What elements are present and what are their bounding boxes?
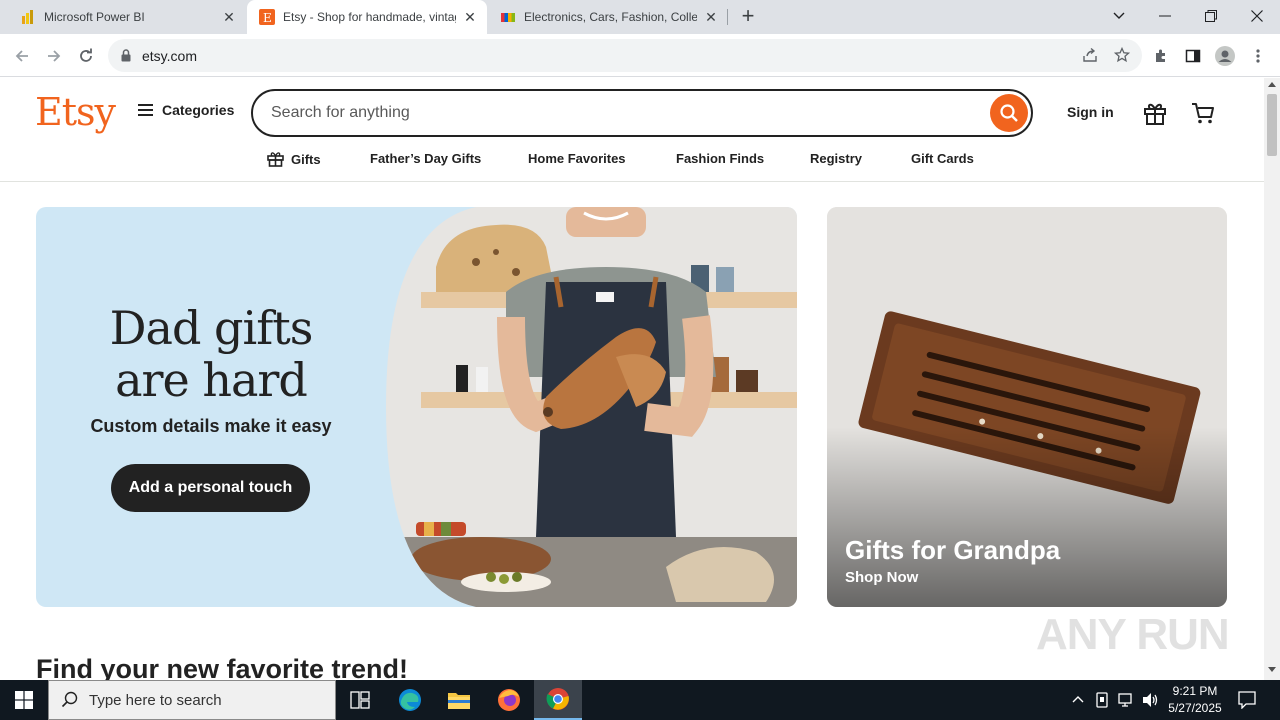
clock-time: 9:21 PM [1172,684,1218,698]
hero-headline-line2: are hard [115,353,308,407]
side-panel-icon[interactable] [1183,46,1203,66]
nav-gifts-label: Gifts [291,151,321,167]
taskbar-search-placeholder: Type here to search [89,691,222,709]
browser-toolbar: etsy.com [0,34,1280,77]
search-button[interactable] [990,94,1028,132]
promo-card-grandpa[interactable]: Gifts for Grandpa Shop Now [827,207,1227,607]
volume-icon[interactable] [1142,692,1160,708]
close-tab-icon[interactable]: ✕ [462,9,478,25]
search-icon [61,691,78,708]
tab-search-chevron-icon[interactable] [1096,0,1142,32]
search-icon [1000,104,1018,122]
browser-tab-strip: Microsoft Power BI ✕ E Etsy - Shop for h… [0,0,1280,34]
tab-title: Electronics, Cars, Fashion, Collectibles [524,10,697,24]
clock-date: 5/27/2025 [1168,701,1222,715]
shop-now-link[interactable]: Shop Now [845,569,918,586]
network-icon[interactable] [1118,692,1136,708]
browser-tab-powerbi[interactable]: Microsoft Power BI ✕ [0,0,246,34]
url-text: etsy.com [142,48,197,64]
hero-headline: Dad gifts are hard [36,302,386,406]
scroll-up-icon[interactable] [1268,81,1276,87]
chrome-icon[interactable] [534,680,582,720]
add-personal-touch-button[interactable]: Add a personal touch [111,464,310,512]
lock-icon [121,49,131,62]
device-icon[interactable] [1095,692,1109,708]
nav-fathers-day-gifts[interactable]: Father’s Day Gifts [370,151,481,166]
notifications-icon[interactable] [1238,691,1256,709]
etsy-logo[interactable]: Etsy [35,90,116,134]
windows-start-button[interactable] [0,680,48,720]
gift-icon[interactable] [1142,100,1168,126]
categories-label: Categories [162,102,235,118]
close-tab-icon[interactable]: ✕ [703,9,719,25]
share-icon[interactable] [1080,45,1100,65]
restore-icon[interactable] [1188,0,1234,32]
profile-avatar-icon[interactable] [1215,46,1235,66]
minimize-icon[interactable] [1142,0,1188,32]
back-icon[interactable] [8,42,36,70]
tab-title: Microsoft Power BI [44,10,145,24]
hamburger-icon [138,104,153,116]
tray-overflow-chevron-icon[interactable] [1072,694,1084,704]
browser-tab-ebay[interactable]: Electronics, Cars, Fashion, Collectibles… [488,0,728,34]
file-explorer-icon[interactable] [435,680,483,720]
sign-in-link[interactable]: Sign in [1067,104,1114,120]
firefox-icon[interactable] [485,680,533,720]
hero-headline-line1: Dad gifts [109,301,314,355]
taskbar-clock[interactable]: 9:21 PM 5/27/2025 [1160,683,1230,717]
extensions-icon[interactable] [1151,46,1171,66]
anyrun-watermark: ANY RUN [1036,610,1230,659]
hero-banner[interactable]: Dad gifts are hard Custom details make i… [36,207,797,607]
nav-gift-cards[interactable]: Gift Cards [911,151,974,166]
tab-title: Etsy - Shop for handmade, vintage [283,10,456,24]
page-scrollbar[interactable] [1264,78,1280,680]
nav-registry[interactable]: Registry [810,151,862,166]
ebay-icon [501,13,515,22]
browser-tab-etsy[interactable]: E Etsy - Shop for handmade, vintage ✕ [247,0,487,34]
nav-home-favorites[interactable]: Home Favorites [528,151,626,166]
scroll-down-icon[interactable] [1268,667,1276,673]
svg-text:E: E [263,11,272,25]
nav-fashion-finds[interactable]: Fashion Finds [676,151,764,166]
cart-icon[interactable] [1190,100,1216,126]
promo-title: Gifts for Grandpa [845,535,1061,565]
nav-gifts[interactable]: Gifts [267,151,321,167]
powerbi-icon [22,10,33,24]
etsy-icon: E [259,9,275,25]
hero-subheadline: Custom details make it easy [90,416,332,436]
close-window-icon[interactable] [1234,0,1280,32]
windows-taskbar: Type here to search 9:21 PM 5/27/2025 [0,680,1280,720]
address-bar[interactable]: etsy.com [108,39,1142,72]
windows-logo-icon [15,691,33,709]
tab-separator [727,9,728,25]
category-nav: Gifts Father’s Day Gifts Home Favorites … [0,148,1264,182]
categories-button[interactable]: Categories [138,102,234,118]
taskbar-search-box[interactable]: Type here to search [48,680,336,720]
hero-photo-dad-in-apron [386,207,797,607]
scrollbar-thumb[interactable] [1267,94,1277,156]
forward-icon[interactable] [40,42,68,70]
edge-icon[interactable] [386,680,434,720]
search-input[interactable] [271,101,971,125]
new-tab-button[interactable]: + [736,5,760,29]
reload-icon[interactable] [72,42,100,70]
bookmark-star-icon[interactable] [1112,45,1132,65]
chrome-menu-icon[interactable] [1248,46,1268,66]
close-tab-icon[interactable]: ✕ [221,9,237,25]
gift-icon [267,152,284,167]
search-bar [251,89,1033,137]
task-view-icon[interactable] [336,680,384,720]
